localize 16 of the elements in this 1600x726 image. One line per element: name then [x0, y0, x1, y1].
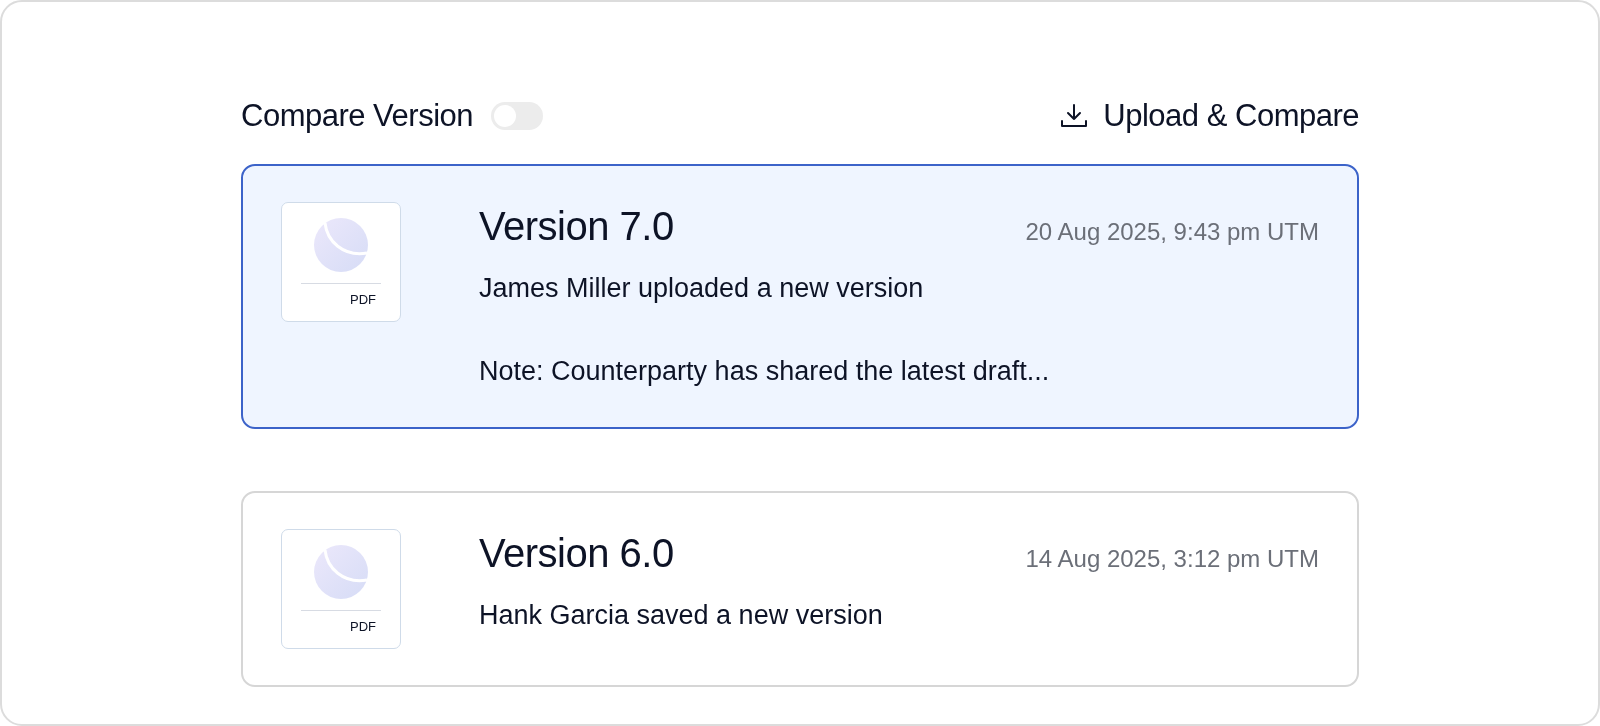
version-date: 14 Aug 2025, 3:12 pm UTM — [1025, 544, 1319, 574]
version-title: Version 6.0 — [479, 530, 674, 577]
version-card[interactable]: PDF Version 7.0 20 Aug 2025, 9:43 pm UTM James Miller uploaded a new version Note: Counterparty has shared the latest draft... — [241, 164, 1359, 429]
file-type-label: PDF — [350, 291, 376, 309]
file-type-label: PDF — [350, 618, 376, 636]
version-card[interactable]: PDF Version 6.0 14 Aug 2025, 3:12 pm UTM Hank Garcia saved a new version — [241, 491, 1359, 687]
upload-compare-button[interactable]: Upload & Compare — [1059, 92, 1359, 140]
sphere-icon — [313, 217, 369, 273]
version-date: 20 Aug 2025, 9:43 pm UTM — [1025, 217, 1319, 247]
compare-label: Compare Version — [241, 96, 473, 135]
version-description: James Miller uploaded a new version — [479, 272, 925, 305]
version-description: Hank Garcia saved a new version — [479, 599, 884, 632]
sphere-icon — [313, 544, 369, 600]
version-title: Version 7.0 — [479, 203, 674, 250]
download-icon — [1059, 102, 1090, 130]
version-description: Note: Counterparty has shared the latest draft... — [479, 354, 1051, 388]
